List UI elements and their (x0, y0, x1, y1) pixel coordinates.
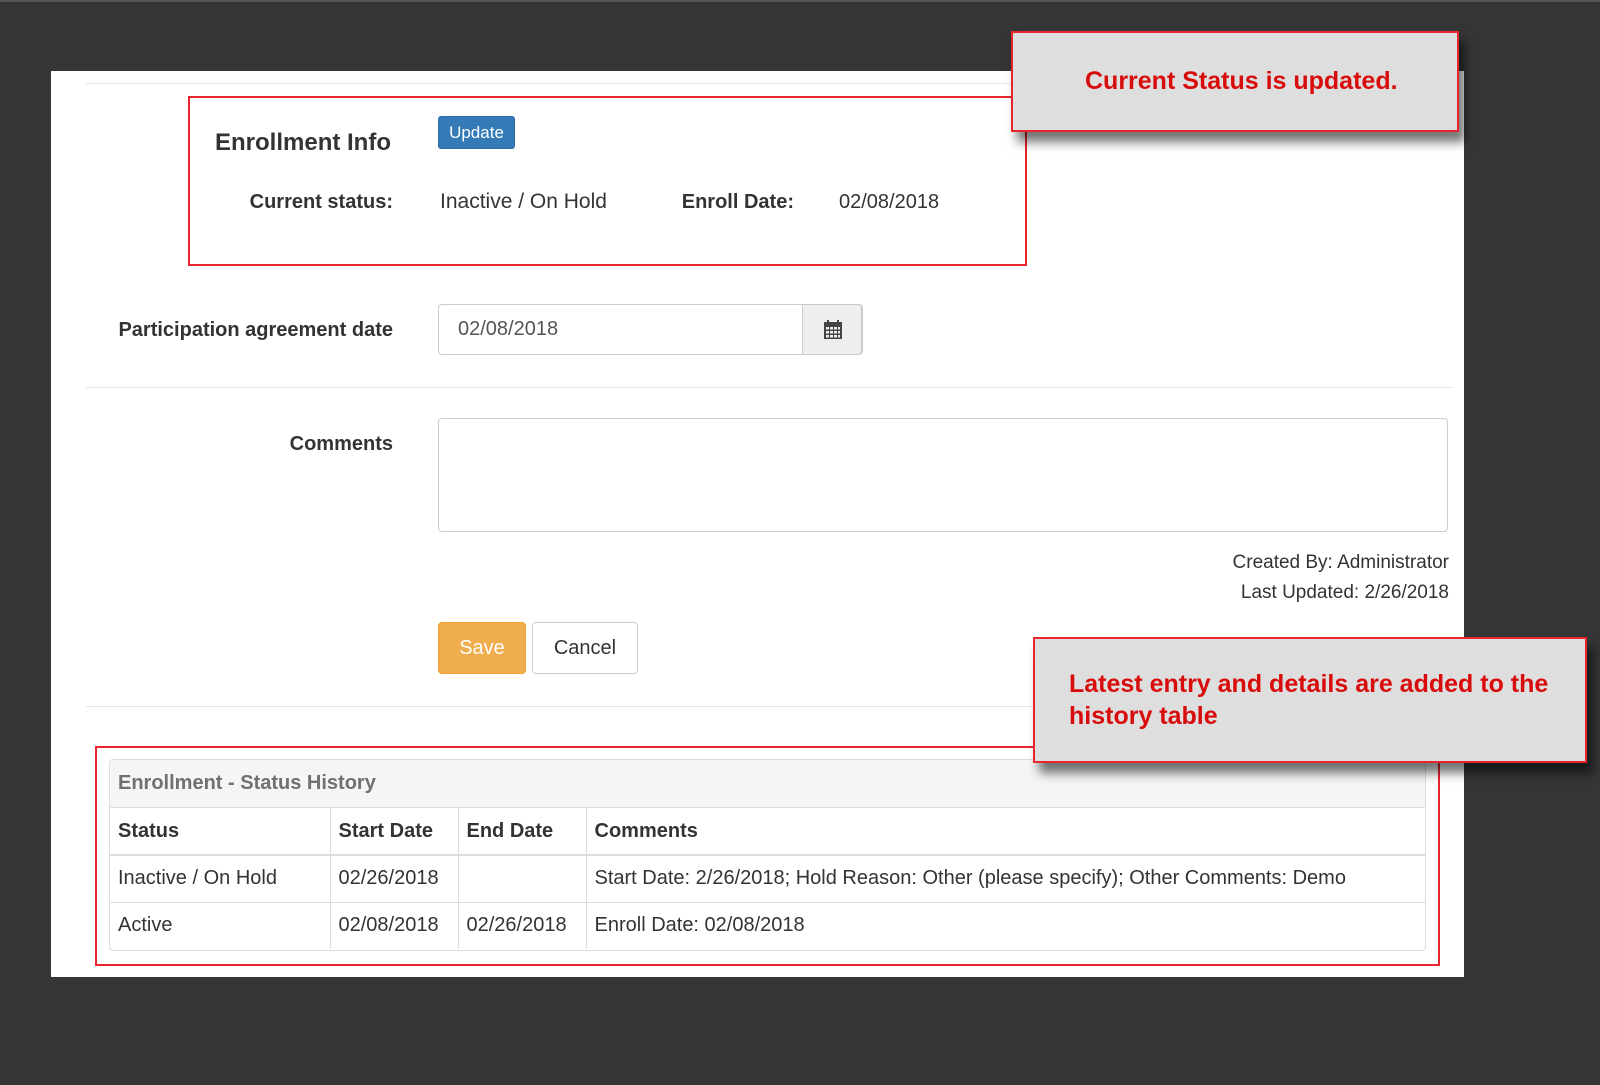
calendar-button[interactable] (802, 304, 862, 355)
enroll-date-label: Enroll Date: (681, 191, 794, 213)
status-history-table: Status Start Date End Date Comments Inac… (110, 808, 1425, 949)
divider-mid (86, 387, 1452, 388)
save-button[interactable]: Save (438, 622, 526, 674)
column-header-comments[interactable]: Comments (586, 808, 1425, 856)
update-button[interactable]: Update (438, 116, 515, 149)
cancel-button[interactable]: Cancel (532, 622, 638, 674)
callout-status-updated: Current Status is updated. (1011, 31, 1459, 132)
current-status-label: Current status: (249, 191, 393, 213)
last-updated: Last Updated: 2/26/2018 (1240, 582, 1449, 603)
callout-status-updated-text: Current Status is updated. (1085, 67, 1398, 95)
table-row: Active 02/08/2018 02/26/2018 Enroll Date… (110, 902, 1425, 949)
participation-date-field[interactable]: 02/08/2018 (438, 304, 863, 355)
status-history-panel: Enrollment - Status History Status Start… (109, 759, 1426, 951)
callout-history-added: Latest entry and details are added to th… (1033, 637, 1587, 763)
cell-start-date: 02/26/2018 (330, 855, 459, 903)
enrollment-info-highlight (188, 96, 1027, 266)
cell-end-date: 02/26/2018 (458, 902, 587, 949)
enroll-date-value: 02/08/2018 (839, 191, 940, 213)
cell-start-date: 02/08/2018 (330, 902, 459, 949)
participation-date-label: Participation agreement date (118, 319, 393, 341)
enrollment-info-title: Enrollment Info (215, 129, 391, 156)
table-row: Inactive / On Hold 02/26/2018 Start Date… (110, 855, 1425, 903)
column-header-end-date[interactable]: End Date (458, 808, 587, 856)
current-status-value: Inactive / On Hold (440, 190, 607, 213)
top-border (0, 0, 1600, 2)
comments-textarea[interactable] (438, 418, 1448, 532)
cell-status: Active (110, 902, 331, 949)
column-header-status[interactable]: Status (110, 808, 331, 856)
cell-comments: Start Date: 2/26/2018; Hold Reason: Othe… (586, 855, 1425, 903)
comments-label: Comments (289, 433, 393, 455)
created-by: Created By: Administrator (1232, 552, 1449, 573)
status-history-title: Enrollment - Status History (110, 760, 1425, 808)
cell-end-date (458, 855, 587, 903)
participation-date-value: 02/08/2018 (458, 318, 559, 340)
column-header-start-date[interactable]: Start Date (330, 808, 459, 856)
cell-comments: Enroll Date: 02/08/2018 (594, 914, 805, 937)
calendar-icon (824, 320, 842, 339)
callout-history-added-text: Latest entry and details are added to th… (1069, 670, 1549, 730)
cell-status: Inactive / On Hold (110, 855, 331, 903)
